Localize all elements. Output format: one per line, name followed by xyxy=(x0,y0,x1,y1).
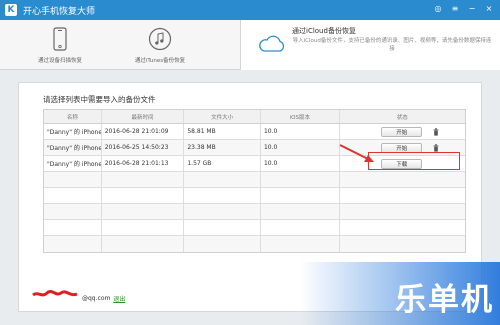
cell-status: 开始 xyxy=(340,124,465,139)
table-row xyxy=(44,188,465,204)
mode-icloud-description: 导入iCloud备份文件，支持已备份的通讯录、图片、视频等，请先备份数据保持连接 xyxy=(292,38,492,52)
cell-ios: 10.0 xyxy=(261,140,340,155)
annotation-highlight-box xyxy=(368,152,460,170)
col-ios: iOS版本 xyxy=(261,110,340,123)
cell-time: 2016-06-25 14:50:23 xyxy=(102,140,185,155)
mode-device-scan[interactable]: 通过设备扫描恢复 xyxy=(20,20,100,70)
mode-icloud-title: 通过iCloud备份恢复 xyxy=(292,27,356,35)
cell-name: "Danny" 的 iPhone(iPh... xyxy=(44,156,102,171)
watermark: 乐单机 xyxy=(395,282,494,318)
cell-name: "Danny" 的 iPhone(iPh... xyxy=(44,124,102,139)
phone-icon xyxy=(53,27,67,51)
table-row xyxy=(44,204,465,220)
mode-device-scan-label: 通过设备扫描恢复 xyxy=(37,58,82,64)
cell-time: 2016-06-28 21:01:13 xyxy=(102,156,185,171)
table-row xyxy=(44,220,465,236)
col-name: 名称 xyxy=(44,110,102,123)
table-row[interactable]: "Danny" 的 iPhone(iPh... 2016-06-28 21:01… xyxy=(44,124,465,140)
cell-name: "Danny" 的 iPhone(iPh... xyxy=(44,140,102,155)
close-icon[interactable]: × xyxy=(484,3,494,13)
backup-table: 名称 最新时间 文件大小 iOS版本 状态 "Danny" 的 iPhone(i… xyxy=(43,109,466,253)
title-bar: K 开心手机恢复大师 ◎ ≡ − × xyxy=(0,0,500,20)
cell-size: 58.81 MB xyxy=(184,124,261,139)
select-prompt: 请选择列表中需要导入的备份文件 xyxy=(43,95,156,104)
table-body: "Danny" 的 iPhone(iPh... 2016-06-28 21:01… xyxy=(44,124,465,252)
table-row xyxy=(44,236,465,252)
col-status: 状态 xyxy=(396,114,408,121)
mode-itunes-backup-label: 通过iTunes备份恢复 xyxy=(134,58,186,64)
trash-icon[interactable] xyxy=(432,127,439,136)
cell-size: 1.57 GB xyxy=(184,156,261,171)
trash-icon[interactable] xyxy=(432,143,439,152)
logout-link[interactable]: 退出 xyxy=(113,294,125,303)
menu-icon[interactable]: ≡ xyxy=(450,3,460,13)
cloud-icon xyxy=(259,35,285,52)
start-button[interactable]: 开始 xyxy=(381,126,423,137)
cell-size: 23.38 MB xyxy=(184,140,261,155)
mode-icloud-backup[interactable]: 通过iCloud备份恢复 导入iCloud备份文件，支持已备份的通讯录、图片、视… xyxy=(240,20,500,70)
app-logo: K xyxy=(5,4,17,16)
table-row xyxy=(44,172,465,188)
mode-bar: 通过设备扫描恢复 通过iTunes备份恢复 通过iCloud备份恢复 导入iCl… xyxy=(0,20,500,70)
cell-ios: 10.0 xyxy=(261,124,340,139)
col-time: 最新时间 xyxy=(102,110,185,123)
start-button[interactable]: 开始 xyxy=(381,142,423,153)
minimize-icon[interactable]: − xyxy=(467,3,477,13)
account-email: @qq.com xyxy=(82,295,111,302)
chat-icon[interactable]: ◎ xyxy=(433,3,443,13)
cell-ios: 10.0 xyxy=(261,156,340,171)
table-header: 名称 最新时间 文件大小 iOS版本 状态 xyxy=(44,110,465,124)
account-info: @qq.com 退出 xyxy=(40,294,125,303)
music-icon xyxy=(148,27,172,51)
cell-time: 2016-06-28 21:01:09 xyxy=(102,124,185,139)
col-size: 文件大小 xyxy=(184,110,261,123)
mode-itunes-backup[interactable]: 通过iTunes备份恢复 xyxy=(112,20,208,70)
window-controls: ◎ ≡ − × xyxy=(433,3,494,13)
app-title: 开心手机恢复大师 xyxy=(23,6,96,17)
